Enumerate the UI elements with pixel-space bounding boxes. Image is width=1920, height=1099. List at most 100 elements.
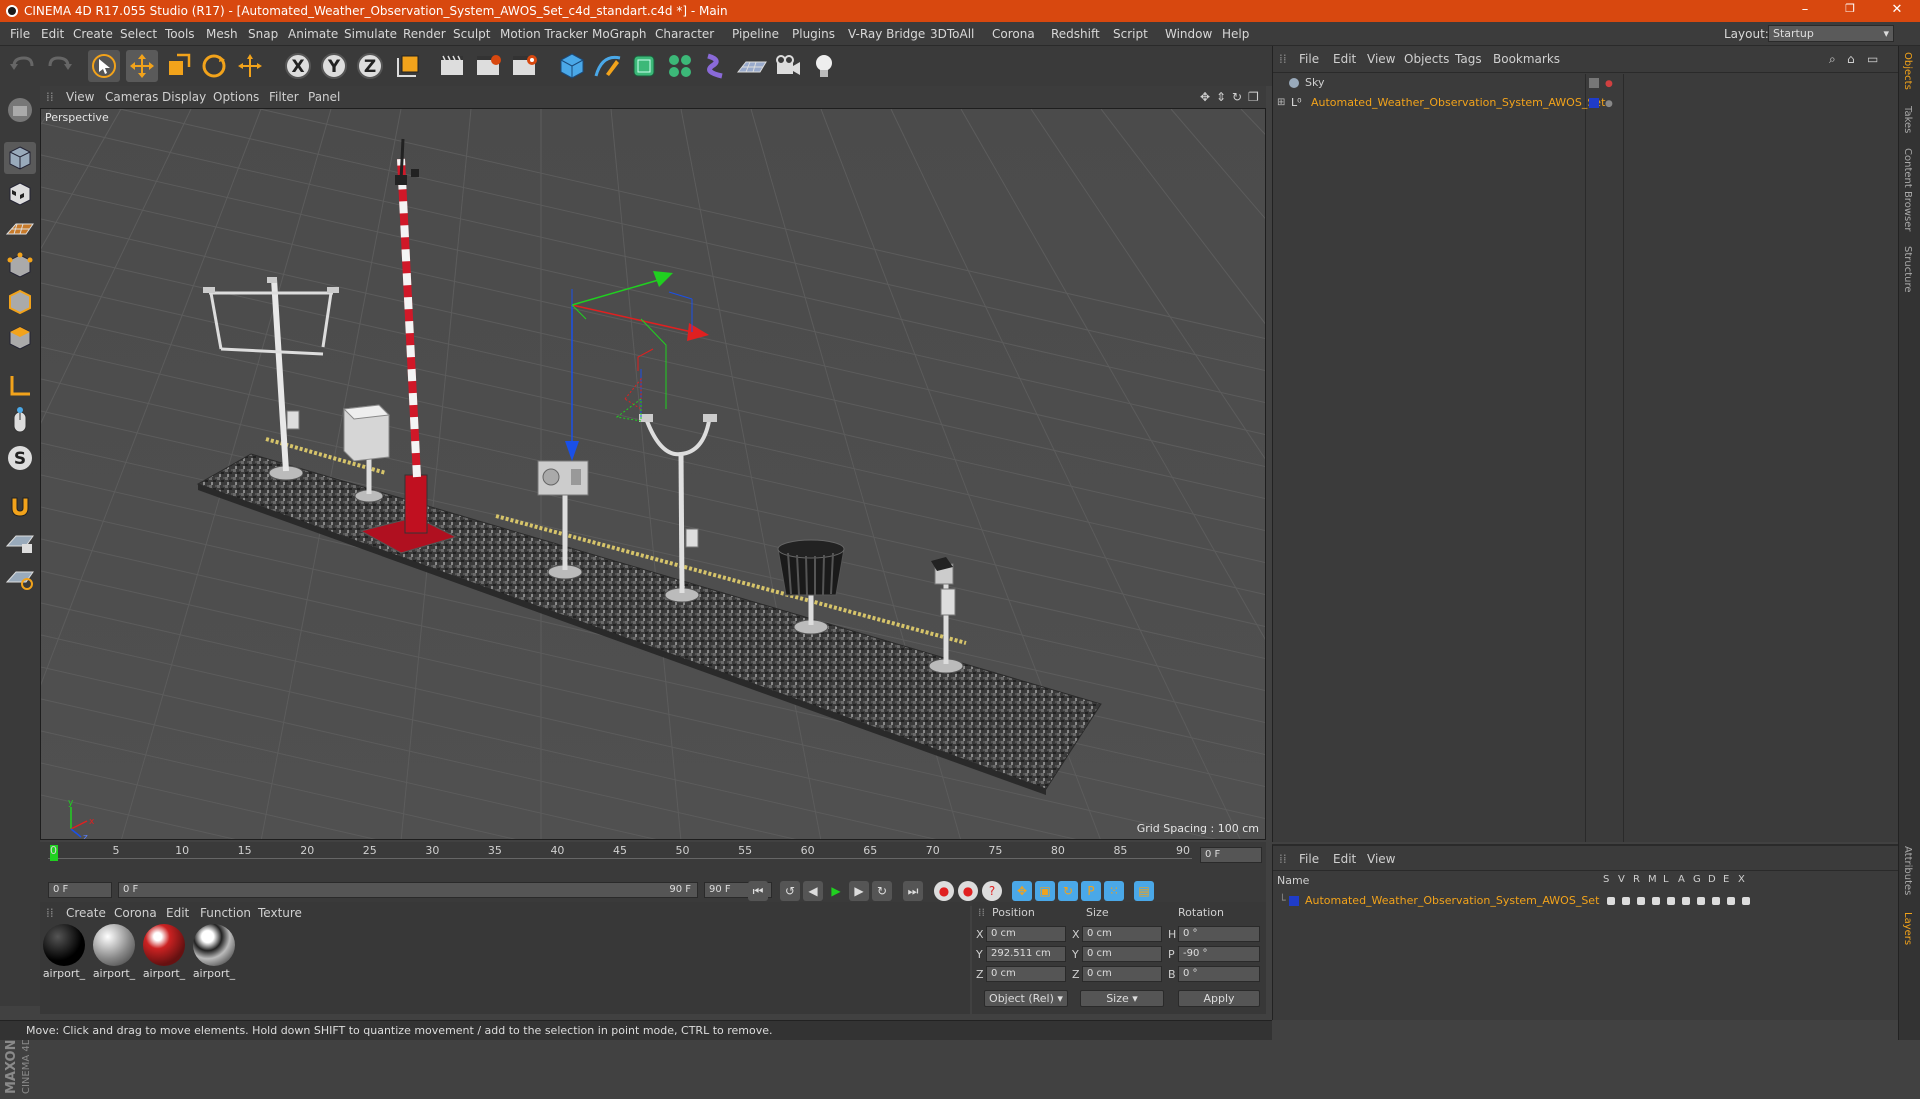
material-menu-edit[interactable]: Edit [166, 906, 189, 920]
scale-key-button[interactable]: ▣ [1035, 881, 1055, 901]
axis-mode-button[interactable] [4, 370, 36, 402]
workplane-mode-button[interactable] [4, 214, 36, 246]
minimize-button[interactable]: – [1790, 2, 1820, 20]
keyframe-selection-button[interactable]: ? [982, 881, 1002, 901]
go-to-start-button[interactable]: ⏮ [748, 881, 768, 901]
menu-edit[interactable]: Edit [41, 27, 64, 41]
menu-plugins[interactable]: Plugins [792, 27, 835, 41]
current-frame-field[interactable]: 0 F [1200, 847, 1262, 863]
layer-toggle-e-icon[interactable] [1727, 897, 1735, 905]
edges-mode-button[interactable] [4, 286, 36, 318]
size-mode-dropdown[interactable]: Size ▾ [1080, 990, 1164, 1007]
menu-redshift[interactable]: Redshift [1051, 27, 1100, 41]
menu-mograph[interactable]: MoGraph [592, 27, 647, 41]
light-object-button[interactable] [808, 50, 840, 82]
menu-help[interactable]: Help [1222, 27, 1249, 41]
material-menu-create[interactable]: Create [66, 906, 106, 920]
rotation-b-field[interactable]: 0 ° [1178, 966, 1260, 982]
tab-attributes[interactable]: Attributes [1902, 846, 1913, 895]
material-swatch[interactable]: airport_ [92, 924, 136, 984]
tab-objects[interactable]: Objects [1902, 52, 1913, 90]
magnet-tool-button[interactable] [4, 490, 36, 522]
render-to-picture-viewer-button[interactable] [472, 50, 504, 82]
start-frame-field[interactable]: 0 F [48, 882, 112, 898]
menu-tools[interactable]: Tools [165, 27, 195, 41]
viewport-menu-options[interactable]: Options [213, 90, 259, 104]
rotation-h-field[interactable]: 0 ° [1178, 926, 1260, 942]
menu-pipeline[interactable]: Pipeline [732, 27, 779, 41]
layer-column-g[interactable]: G [1693, 874, 1701, 885]
cube-object-button[interactable] [556, 50, 588, 82]
layer-toggle-l-icon[interactable] [1667, 897, 1675, 905]
transform-tool-button[interactable] [234, 50, 266, 82]
material-menu-texture[interactable]: Texture [258, 906, 302, 920]
layer-column-v[interactable]: V [1618, 874, 1625, 885]
viewport-menu-panel[interactable]: Panel [308, 90, 340, 104]
menu-corona[interactable]: Corona [992, 27, 1035, 41]
material-swatch[interactable]: airport_ [142, 924, 186, 984]
layer-column-e[interactable]: E [1723, 874, 1729, 885]
live-select-button[interactable] [88, 50, 120, 82]
viewport-menu-cameras[interactable]: Cameras [105, 90, 158, 104]
model-mode-button[interactable] [4, 142, 36, 174]
material-menu-corona[interactable]: Corona [114, 906, 157, 920]
menu-mesh[interactable]: Mesh [206, 27, 238, 41]
menu-window[interactable]: Window [1165, 27, 1212, 41]
timeline-ruler[interactable]: 0 5 10 15 20 25 30 35 40 45 50 55 60 65 70 75 80 85 90 0 F [40, 842, 1266, 876]
material-swatch[interactable]: airport_ [42, 924, 86, 984]
snap-settings-button[interactable]: S [4, 442, 36, 474]
maximize-button[interactable]: ❐ [1835, 2, 1865, 20]
layer-toggle-m-icon[interactable] [1652, 897, 1660, 905]
layer-menu-edit[interactable]: Edit [1333, 852, 1356, 866]
objmgr-menu-file[interactable]: File [1299, 52, 1319, 66]
apply-button[interactable]: Apply [1178, 990, 1260, 1007]
menu-file[interactable]: File [10, 27, 30, 41]
step-back-button[interactable]: ◀ [803, 881, 823, 901]
spline-pen-button[interactable] [592, 50, 624, 82]
menu-vray-bridge[interactable]: V-Ray Bridge [848, 27, 925, 41]
timeline-window-button[interactable]: ▤ [1134, 881, 1154, 901]
y-axis-lock-button[interactable]: Y [318, 50, 350, 82]
menu-snap[interactable]: Snap [248, 27, 278, 41]
layer-toggle-v-icon[interactable] [1622, 897, 1630, 905]
material-menu-function[interactable]: Function [200, 906, 251, 920]
planar-workplane-button[interactable] [4, 562, 36, 594]
scale-tool-button[interactable] [162, 50, 194, 82]
layer-toggle-r-icon[interactable] [1637, 897, 1645, 905]
layer-toggle-g-icon[interactable] [1697, 897, 1705, 905]
layer-color-swatch[interactable] [1289, 896, 1299, 906]
go-to-end-button[interactable]: ⏭ [903, 881, 923, 901]
size-x-field[interactable]: 0 cm [1082, 926, 1162, 942]
menu-animate[interactable]: Animate [288, 27, 338, 41]
home-icon[interactable]: ⌂ [1847, 52, 1855, 66]
render-toggle-icon[interactable]: ● [1605, 75, 1613, 93]
undo-button[interactable] [6, 50, 38, 82]
tab-content-browser[interactable]: Content Browser [1902, 148, 1913, 231]
viewport-menu-view[interactable]: View [66, 90, 94, 104]
auto-key-button[interactable]: ● [958, 881, 978, 901]
render-view-button[interactable] [436, 50, 468, 82]
camera-object-button[interactable] [772, 50, 804, 82]
position-key-button[interactable]: ✥ [1012, 881, 1032, 901]
menu-create[interactable]: Create [73, 27, 113, 41]
record-button[interactable]: ● [934, 881, 954, 901]
next-key-button[interactable]: ↻ [872, 881, 892, 901]
layer-menu-file[interactable]: File [1299, 852, 1319, 866]
layer-toggle-d-icon[interactable] [1712, 897, 1720, 905]
menu-script[interactable]: Script [1113, 27, 1148, 41]
collapse-icon[interactable]: ▭ [1867, 52, 1878, 66]
previous-key-button[interactable]: ↺ [780, 881, 800, 901]
layer-column-m[interactable]: M [1648, 874, 1657, 885]
render-settings-button[interactable] [508, 50, 540, 82]
make-editable-button[interactable] [4, 94, 36, 126]
layer-toggle-a-icon[interactable] [1682, 897, 1690, 905]
cloner-button[interactable] [664, 50, 696, 82]
layer-column-a[interactable]: A [1678, 874, 1685, 885]
rotation-p-field[interactable]: -90 ° [1178, 946, 1260, 962]
layer-toggle-s-icon[interactable] [1607, 897, 1615, 905]
layer-column-d[interactable]: D [1708, 874, 1716, 885]
step-forward-button[interactable]: ▶ [849, 881, 869, 901]
viewport-menu-display[interactable]: Display [162, 90, 206, 104]
tab-structure[interactable]: Structure [1902, 246, 1913, 293]
objmgr-menu-tags[interactable]: Tags [1455, 52, 1482, 66]
